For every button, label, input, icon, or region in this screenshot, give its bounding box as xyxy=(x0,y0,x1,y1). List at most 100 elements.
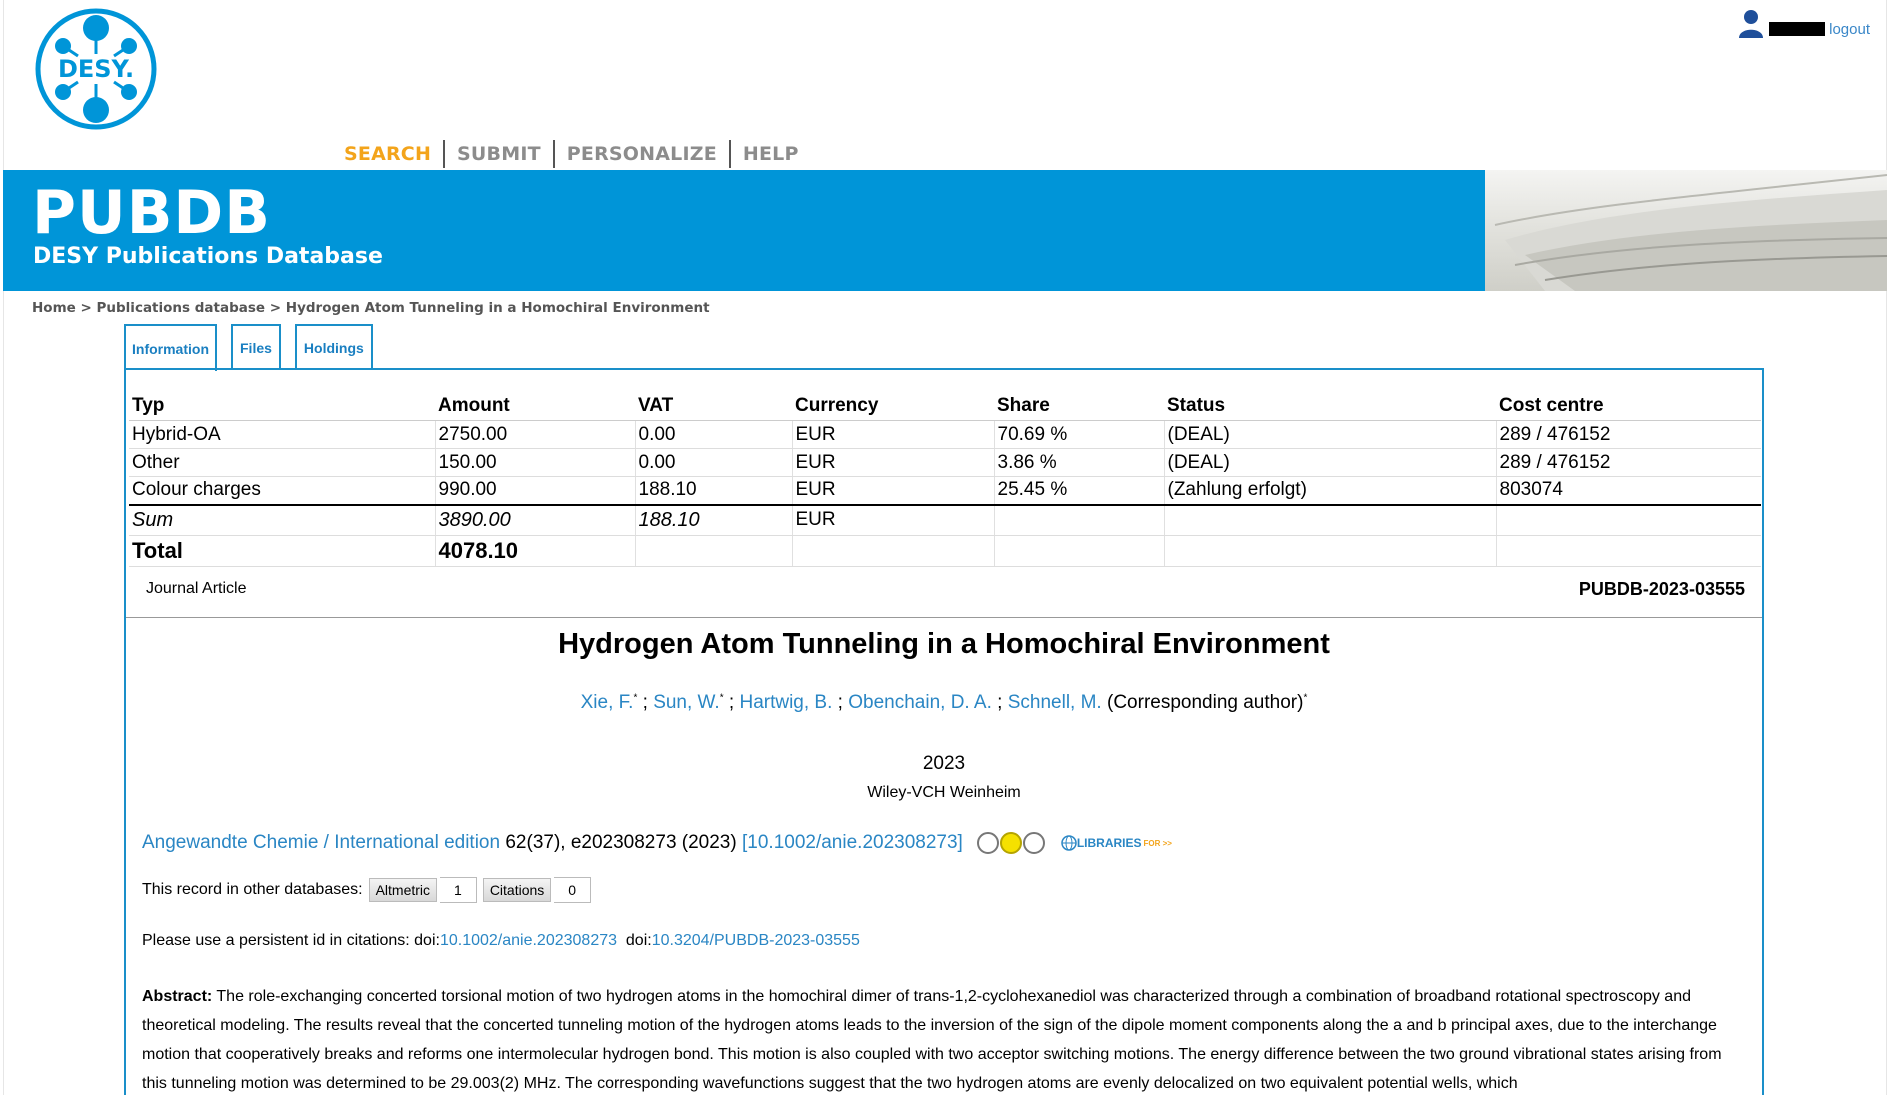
breadcrumb-separator: > xyxy=(265,300,286,316)
pid-label: Please use a persistent id in citations:… xyxy=(142,932,440,949)
cell-currency: EUR xyxy=(792,448,995,477)
cell-status: (DEAL) xyxy=(1164,420,1497,449)
desy-logo[interactable]: DESY. xyxy=(33,6,160,132)
cell-typ: Colour charges xyxy=(129,476,436,506)
user-box: logout xyxy=(1737,8,1870,38)
citations-badge[interactable]: Citations 0 xyxy=(482,877,592,903)
other-databases: This record in other databases: Altmetri… xyxy=(142,877,592,903)
record-id: PUBDB-2023-03555 xyxy=(1578,579,1745,599)
table-row: Other 150.00 0.00 EUR 3.86 % (DEAL) 289 … xyxy=(129,448,1761,477)
citations-count: 0 xyxy=(554,877,592,903)
site-banner: PUBDB DESY Publications Database xyxy=(3,170,1887,291)
record-tabs: Information Files Holdings xyxy=(124,324,373,371)
globe-icon xyxy=(1061,835,1077,851)
record-panel: Typ Amount VAT Currency Share Status Cos… xyxy=(124,368,1764,1095)
doc-type: Journal Article xyxy=(146,580,247,597)
author-link[interactable]: Schnell, M. xyxy=(1008,692,1102,713)
author-link[interactable]: Xie, F. xyxy=(581,692,634,713)
logout-link[interactable]: logout xyxy=(1829,21,1870,38)
col-header-typ: Typ xyxy=(129,392,435,421)
publisher: Wiley-VCH Weinheim xyxy=(867,784,1021,801)
sum-row: Sum 3890.00 188.10 EUR xyxy=(129,504,1761,536)
persistent-id-line: Please use a persistent id in citations:… xyxy=(142,932,860,950)
other-db-label: This record in other databases: xyxy=(142,881,363,898)
author-mark: * xyxy=(719,692,724,704)
oa-gold-circle-icon xyxy=(999,832,1022,854)
altmetric-label: Altmetric xyxy=(368,878,438,902)
cell-status: (Zahlung erfolgt) xyxy=(1164,476,1497,506)
col-header-vat: VAT xyxy=(635,392,792,421)
pid-doi-prefix: doi: xyxy=(625,932,652,949)
col-header-share: Share xyxy=(994,392,1164,421)
abstract-label: Abstract: xyxy=(142,988,213,1005)
table-row: Hybrid-OA 2750.00 0.00 EUR 70.69 % (DEAL… xyxy=(129,420,1761,449)
breadcrumb-home[interactable]: Home xyxy=(32,300,76,316)
tab-information[interactable]: Information xyxy=(124,324,217,371)
total-label: Total xyxy=(129,535,436,567)
doi-link[interactable]: [10.1002/anie.202308273] xyxy=(742,832,963,854)
banner-subtitle: DESY Publications Database xyxy=(33,244,383,269)
redacted-username xyxy=(1769,22,1826,36)
breadcrumb-section[interactable]: Publications database xyxy=(97,300,266,316)
user-icon xyxy=(1739,10,1764,38)
author-mark: * xyxy=(633,692,638,704)
sum-amount: 3890.00 xyxy=(435,504,636,536)
cell-vat: 0.00 xyxy=(635,420,793,449)
author-link[interactable]: Hartwig, B. xyxy=(739,692,832,713)
citations-label: Citations xyxy=(482,878,552,902)
publication-year: 2023 xyxy=(922,753,966,774)
libraries-suffix: FOR >> xyxy=(1143,838,1172,848)
journal-link[interactable]: Angewandte Chemie / International editio… xyxy=(142,832,500,854)
cell-typ: Other xyxy=(129,448,436,477)
sum-vat: 188.10 xyxy=(635,504,793,536)
cell-share: 3.86 % xyxy=(994,448,1165,477)
total-row: Total 4078.10 xyxy=(129,535,1761,567)
author-list: Xie, F.* ; Sun, W.* ; Hartwig, B. ; Oben… xyxy=(580,692,1308,713)
nav-submit[interactable]: SUBMIT xyxy=(445,140,555,168)
cell-share: 25.45 % xyxy=(994,476,1165,506)
breadcrumb-current: Hydrogen Atom Tunneling in a Homochiral … xyxy=(285,300,710,316)
sum-currency: EUR xyxy=(792,504,995,536)
cell-currency: EUR xyxy=(792,420,995,449)
nav-personalize[interactable]: PERSONALIZE xyxy=(555,140,731,168)
pid-doi-link[interactable]: 10.1002/anie.202308273 xyxy=(440,932,617,949)
cell-currency: EUR xyxy=(792,476,995,506)
cell-cost-centre: 803074 xyxy=(1496,476,1761,506)
col-header-amount: Amount xyxy=(435,392,635,421)
record-title: Hydrogen Atom Tunneling in a Homochiral … xyxy=(558,628,1330,660)
nav-help[interactable]: HELP xyxy=(731,140,811,168)
sum-label: Sum xyxy=(129,504,436,536)
cell-cost-centre: 289 / 476152 xyxy=(1496,420,1761,449)
cell-share: 70.69 % xyxy=(994,420,1165,449)
cost-table: Typ Amount VAT Currency Share Status Cos… xyxy=(129,392,1761,567)
col-header-currency: Currency xyxy=(792,392,994,421)
journal-reference: Angewandte Chemie / International editio… xyxy=(142,832,1172,854)
pid-pubdb-doi-link[interactable]: 10.3204/PUBDB-2023-03555 xyxy=(652,932,860,949)
libraries-button[interactable]: LIBRARIES FOR >> xyxy=(1061,835,1172,851)
cell-amount: 150.00 xyxy=(435,448,636,477)
tab-holdings[interactable]: Holdings xyxy=(294,324,373,369)
tab-files[interactable]: Files xyxy=(231,324,281,369)
altmetric-badge[interactable]: Altmetric 1 xyxy=(368,877,477,903)
nav-search[interactable]: SEARCH xyxy=(340,140,446,168)
col-header-status: Status xyxy=(1164,392,1496,421)
cell-status: (DEAL) xyxy=(1164,448,1497,477)
abstract-text: The role-exchanging concerted torsional … xyxy=(142,988,1722,1092)
abstract: Abstract: The role-exchanging concerted … xyxy=(142,982,1750,1095)
banner-paper-image xyxy=(1485,170,1887,291)
top-nav: SEARCH SUBMIT PERSONALIZE HELP xyxy=(340,140,811,168)
breadcrumb-separator: > xyxy=(75,300,97,316)
altmetric-count: 1 xyxy=(440,877,477,903)
author-mark: * xyxy=(1303,692,1308,704)
cost-table-header: Typ Amount VAT Currency Share Status Cos… xyxy=(129,392,1761,421)
cell-vat: 188.10 xyxy=(635,476,793,506)
breadcrumb: Home > Publications database > Hydrogen … xyxy=(32,300,710,316)
author-link[interactable]: Sun, W. xyxy=(653,692,720,713)
libraries-label: LIBRARIES xyxy=(1076,836,1142,850)
corresponding-author-note: (Corresponding author) xyxy=(1107,692,1304,713)
logo-text: DESY. xyxy=(58,55,134,83)
table-row: Colour charges 990.00 188.10 EUR 25.45 %… xyxy=(129,476,1761,506)
banner-title[interactable]: PUBDB xyxy=(32,178,271,248)
author-link[interactable]: Obenchain, D. A. xyxy=(848,692,992,713)
total-amount: 4078.10 xyxy=(435,535,636,567)
